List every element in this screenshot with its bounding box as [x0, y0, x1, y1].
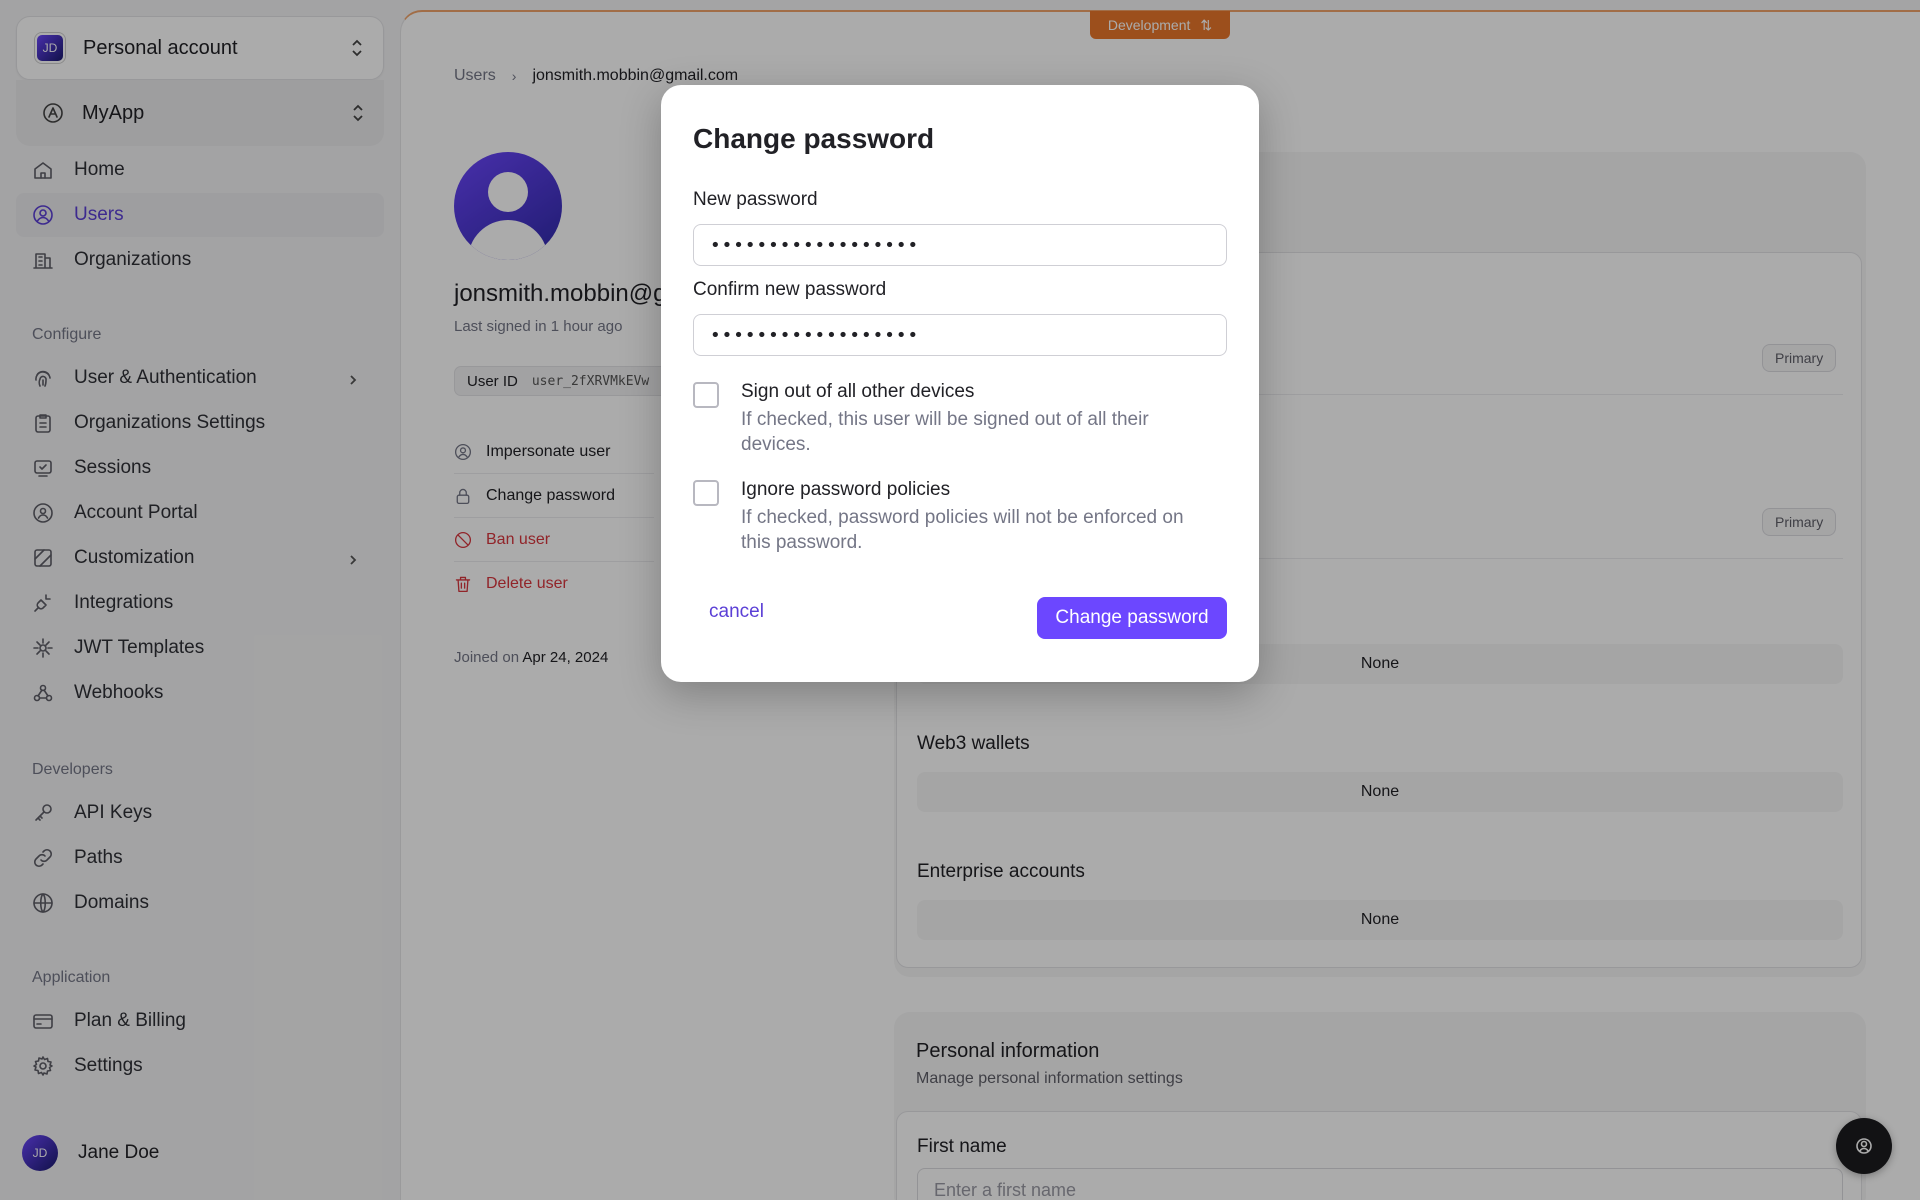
change-password-submit-button[interactable]: Change password: [1037, 597, 1227, 639]
sign-out-devices-description: If checked, this user will be signed out…: [741, 409, 1149, 455]
new-password-label: New password: [693, 189, 818, 210]
confirm-password-input[interactable]: [693, 314, 1227, 356]
ignore-policies-description: If checked, password policies will not b…: [741, 507, 1184, 553]
cancel-button[interactable]: cancel: [709, 601, 764, 623]
confirm-password-label: Confirm new password: [693, 279, 887, 300]
ignore-policies-title: Ignore password policies: [741, 479, 951, 500]
change-password-dialog: Change password New password Confirm new…: [661, 85, 1259, 682]
sign-out-devices-checkbox[interactable]: [693, 382, 719, 408]
new-password-input[interactable]: [693, 224, 1227, 266]
dialog-title: Change password: [693, 123, 935, 154]
sign-out-devices-title: Sign out of all other devices: [741, 381, 975, 402]
ignore-policies-checkbox[interactable]: [693, 480, 719, 506]
